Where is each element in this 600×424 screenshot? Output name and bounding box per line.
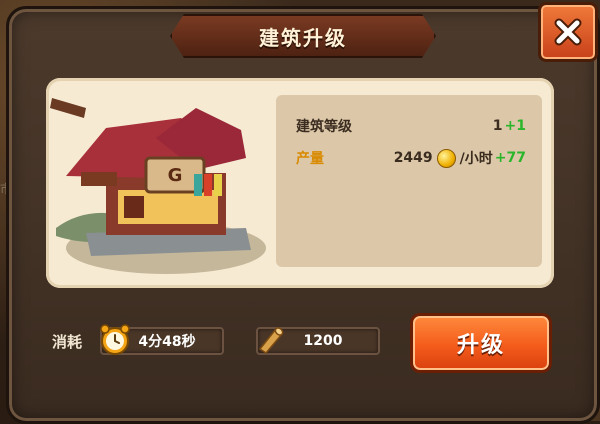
gold-coin-icon: [436, 148, 456, 168]
production-row: 产量 2449 /小时 +77: [296, 147, 526, 169]
production-unit: /小时: [459, 151, 493, 167]
time-cost: 4分48秒: [100, 324, 224, 355]
close-button[interactable]: [538, 2, 598, 62]
upgrade-button-label: 升级: [456, 333, 505, 358]
alarm-clock-icon: [100, 324, 130, 355]
level-value: 1: [492, 118, 503, 134]
wood-cost: 1200: [256, 327, 380, 355]
time-cost-value: 4分48秒: [138, 334, 196, 350]
svg-text:G: G: [168, 165, 183, 186]
production-value: 2449: [393, 150, 433, 166]
dialog-title-banner: 建筑升级: [170, 14, 436, 58]
level-delta: +1: [504, 118, 526, 134]
wood-cost-value: 1200: [303, 333, 343, 349]
market-building-icon: G: [50, 98, 266, 274]
production-label: 产量: [296, 151, 324, 167]
cost-label: 消耗: [52, 333, 83, 351]
upgrade-stats-box: 建筑等级 1 +1 产量 2449 /小时 +77: [276, 95, 542, 267]
dialog-title: 建筑升级: [259, 25, 347, 50]
production-delta: +77: [494, 150, 526, 166]
close-x-icon: [554, 18, 582, 46]
upgrade-button[interactable]: 升级: [410, 313, 552, 373]
level-label: 建筑等级: [296, 119, 352, 135]
level-row: 建筑等级 1 +1: [296, 115, 526, 137]
wood-log-icon: [258, 327, 284, 354]
